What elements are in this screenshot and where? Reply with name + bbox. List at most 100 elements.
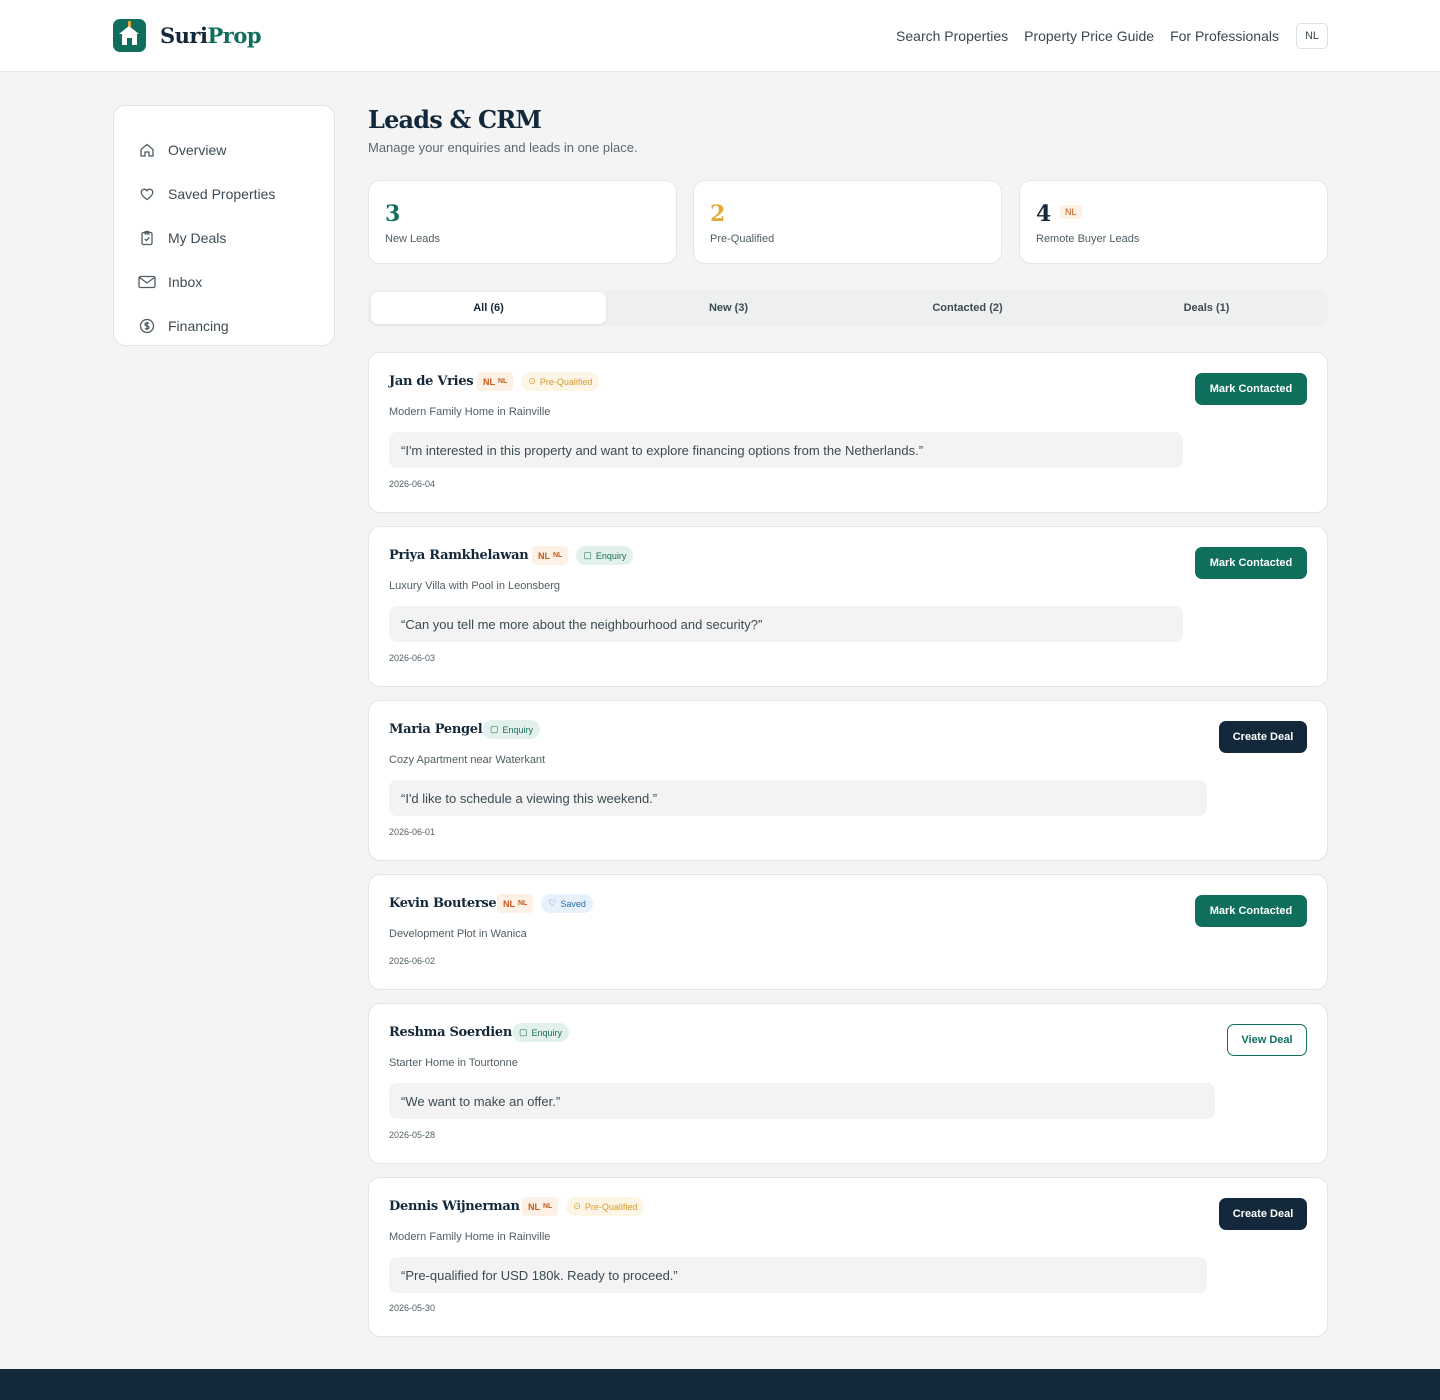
sidebar-item-label: Saved Properties (168, 186, 276, 202)
nav-property-price-guide[interactable]: Property Price Guide (1024, 28, 1154, 44)
status-badge: ♡ Saved (541, 894, 593, 913)
sidebar-item-inbox[interactable]: Inbox (114, 260, 334, 304)
heart-icon (138, 185, 156, 203)
lead-message: “I'd like to schedule a viewing this wee… (389, 780, 1207, 816)
status-badge: ▢ Enquiry (576, 546, 634, 565)
coin-icon: ⊙ (528, 376, 536, 386)
lead-badges: ▢ Enquiry (512, 1023, 577, 1042)
chat-bubble-icon: ▢ (490, 724, 499, 734)
lead-date: 2026-05-28 (389, 1130, 436, 1140)
status-badge: ▢ Enquiry (512, 1023, 570, 1042)
lead-badges: NL NL ♡ Saved (497, 894, 601, 913)
nl-badge: NL NL (532, 546, 569, 565)
lead-message: “Pre-qualified for USD 180k. Ready to pr… (389, 1257, 1207, 1293)
nl-badge: NL NL (522, 1197, 559, 1216)
mail-icon (138, 273, 156, 291)
nav-for-professionals[interactable]: For Professionals (1170, 28, 1279, 44)
brand-logo[interactable]: SuriProp (113, 19, 262, 52)
sidebar-item-label: Inbox (168, 274, 203, 290)
stat-label: Remote Buyer Leads (1036, 233, 1140, 245)
stat-card-pre-qualified: 2 Pre-Qualified (693, 180, 1002, 264)
mark-contacted-button[interactable]: Mark Contacted (1195, 547, 1307, 579)
lead-message: “We want to make an offer.” (389, 1083, 1215, 1119)
sidebar-item-overview[interactable]: Overview (114, 128, 334, 172)
top-header: SuriProp Search Properties Property Pric… (0, 0, 1440, 72)
stat-value: 4 (1036, 201, 1052, 227)
stat-card-remote-buyer-leads: 4 NL Remote Buyer Leads (1019, 180, 1328, 264)
lead-name: Jan de Vries (389, 374, 474, 389)
stat-value: 3 (385, 201, 401, 227)
sidebar-item-label: Overview (168, 142, 227, 158)
sidebar-item-financing[interactable]: Financing (114, 304, 334, 348)
lead-property: Starter Home in Tourtonne (389, 1057, 518, 1069)
lead-filter-tabs: All (6) New (3) Contacted (2) Deals (1) (368, 290, 1328, 326)
create-deal-button[interactable]: Create Deal (1219, 721, 1307, 753)
lead-badges: NL NL ▢ Enquiry (532, 546, 641, 565)
lead-card: Reshma Soerdien ▢ Enquiry Starter Home in… (368, 1003, 1328, 1164)
chat-bubble-icon: ▢ (583, 550, 592, 560)
status-badge: ⊙ Pre-Qualified (521, 372, 600, 391)
lead-name: Dennis Wijnerman (389, 1199, 520, 1214)
lead-name: Kevin Bouterse (389, 896, 497, 911)
lead-property: Cozy Apartment near Waterkant (389, 754, 546, 766)
main-content: Leads & CRM Manage your enquiries and le… (368, 105, 1328, 1337)
lead-date: 2026-06-04 (389, 479, 436, 489)
chat-bubble-icon: ▢ (519, 1027, 528, 1037)
nl-badge: NL NL (497, 894, 534, 913)
mark-contacted-button[interactable]: Mark Contacted (1195, 373, 1307, 405)
create-deal-button[interactable]: Create Deal (1219, 1198, 1307, 1230)
lead-date: 2026-06-01 (389, 827, 436, 837)
stats-row: 3 New Leads 2 Pre-Qualified 4 NL Remote … (368, 180, 1328, 264)
lead-property: Luxury Villa with Pool in Leonsberg (389, 580, 561, 592)
dollar-circle-icon (138, 317, 156, 335)
house-logo-icon (113, 19, 146, 52)
sidebar-item-label: My Deals (168, 230, 227, 246)
language-switch-button[interactable]: NL (1296, 23, 1328, 49)
home-icon (138, 141, 156, 159)
clipboard-check-icon (138, 229, 156, 247)
lead-property: Development Plot in Wanica (389, 928, 527, 940)
tab-all[interactable]: All (6) (371, 292, 606, 324)
lead-message: “Can you tell me more about the neighbou… (389, 606, 1183, 642)
lead-message: “I'm interested in this property and wan… (389, 432, 1183, 468)
tab-new[interactable]: New (3) (611, 292, 846, 324)
lead-name: Maria Pengel (389, 722, 483, 737)
coin-icon: ⊙ (573, 1201, 581, 1211)
stat-label: Pre-Qualified (710, 233, 775, 245)
nl-badge: NL (1060, 205, 1082, 219)
stat-value: 2 (710, 201, 726, 227)
tab-contacted[interactable]: Contacted (2) (850, 292, 1085, 324)
sidebar-item-label: Financing (168, 318, 229, 334)
stat-card-new-leads: 3 New Leads (368, 180, 677, 264)
footer (0, 1369, 1440, 1400)
page-subtitle: Manage your enquiries and leads in one p… (368, 140, 638, 155)
lead-badges: ▢ Enquiry (483, 720, 548, 739)
lead-card: Kevin Bouterse NL NL ♡ Saved Development P… (368, 874, 1328, 990)
lead-card: Maria Pengel ▢ Enquiry Cozy Apartment nea… (368, 700, 1328, 861)
stat-label: New Leads (385, 233, 441, 245)
status-badge: ▢ Enquiry (483, 720, 541, 739)
nl-badge: NL NL (477, 372, 514, 391)
main-nav: Search Properties Property Price Guide F… (880, 23, 1328, 49)
nav-search-properties[interactable]: Search Properties (896, 28, 1008, 44)
lead-badges: NL NL ⊙ Pre-Qualified (477, 372, 607, 391)
status-badge: ⊙ Pre-Qualified (566, 1197, 645, 1216)
lead-card: Dennis Wijnerman NL NL ⊙ Pre-Qualified Mod… (368, 1177, 1328, 1337)
brand-name: SuriProp (160, 23, 262, 48)
lead-date: 2026-05-30 (389, 1303, 436, 1313)
page-title: Leads & CRM (368, 105, 542, 134)
view-deal-button[interactable]: View Deal (1227, 1024, 1307, 1056)
lead-card: Priya Ramkhelawan NL NL ▢ Enquiry Luxury V… (368, 526, 1328, 687)
lead-date: 2026-06-03 (389, 653, 436, 663)
lead-property: Modern Family Home in Rainville (389, 1231, 551, 1243)
mark-contacted-button[interactable]: Mark Contacted (1195, 895, 1307, 927)
lead-name: Priya Ramkhelawan (389, 548, 529, 563)
tab-deals[interactable]: Deals (1) (1089, 292, 1324, 324)
heart-icon: ♡ (548, 898, 557, 908)
sidebar-item-saved-properties[interactable]: Saved Properties (114, 172, 334, 216)
lead-name: Reshma Soerdien (389, 1025, 512, 1040)
lead-property: Modern Family Home in Rainville (389, 406, 551, 418)
lead-card: Jan de Vries NL NL ⊙ Pre-Qualified Modern … (368, 352, 1328, 513)
lead-date: 2026-06-02 (389, 956, 436, 966)
sidebar-item-my-deals[interactable]: My Deals (114, 216, 334, 260)
